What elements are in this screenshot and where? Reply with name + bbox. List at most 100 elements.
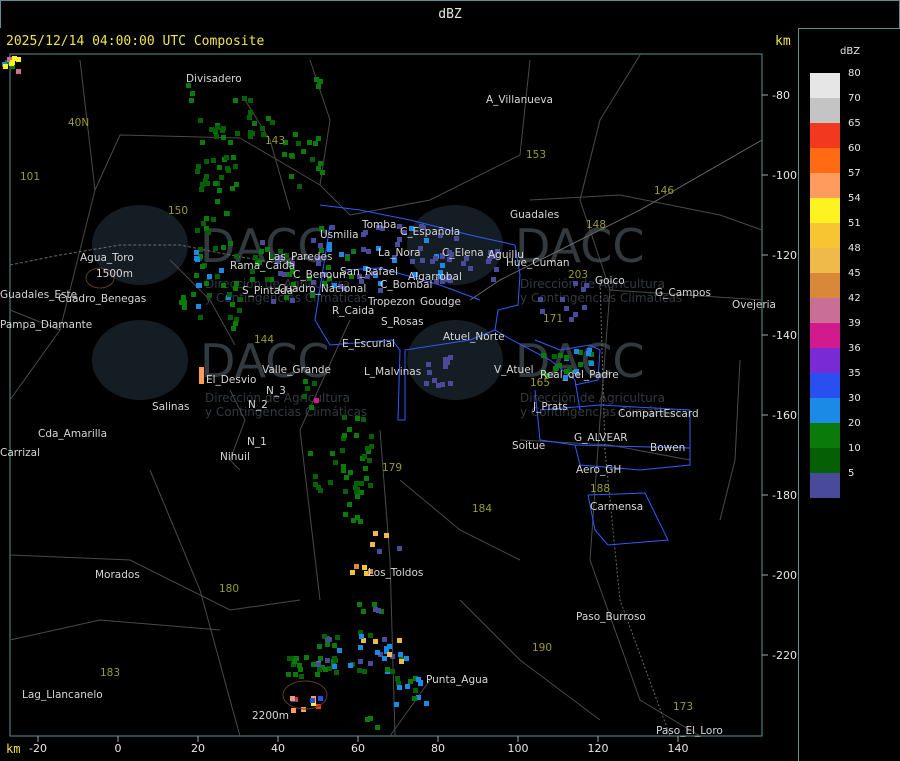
echo-pixel xyxy=(361,247,366,252)
echo-pixel xyxy=(558,353,563,358)
echo-pixel xyxy=(376,608,381,613)
echo-pixel xyxy=(289,174,294,179)
echo-pixel xyxy=(310,157,315,162)
echo-pixel xyxy=(290,298,295,303)
echo-pixel xyxy=(461,261,466,266)
echo-pixel xyxy=(317,667,322,672)
echo-pixel xyxy=(416,677,421,682)
echo-pixel xyxy=(221,245,226,250)
echo-pixel xyxy=(552,354,557,359)
legend-swatch xyxy=(810,273,840,298)
road-number: 146 xyxy=(654,185,674,197)
echo-pixel xyxy=(394,702,399,707)
echo-pixel xyxy=(404,656,409,661)
echo-pixel xyxy=(311,238,316,243)
echo-pixel xyxy=(235,131,240,136)
echo-pixel xyxy=(387,652,392,657)
y-axis-unit: km xyxy=(775,34,791,49)
echo-pixel xyxy=(204,216,209,221)
place-label: C_Elena xyxy=(442,247,484,259)
legend-swatch xyxy=(810,373,840,398)
road-number: 150 xyxy=(168,205,188,217)
echo-pixel xyxy=(250,277,255,282)
echo-pixel xyxy=(348,663,353,668)
echo-pixel xyxy=(366,249,371,254)
echo-pixel xyxy=(290,696,295,701)
echo-pixel xyxy=(207,293,212,298)
y-tick-label: -180 xyxy=(772,489,797,502)
x-tick-label: 100 xyxy=(508,742,529,755)
echo-pixel xyxy=(382,656,387,661)
echo-pixel xyxy=(424,701,429,706)
echo-pixel xyxy=(230,302,235,307)
legend-swatch xyxy=(810,348,840,373)
echo-pixel xyxy=(578,362,583,367)
echo-pixel xyxy=(445,360,450,365)
echo-pixel xyxy=(335,635,340,640)
echo-pixel xyxy=(541,353,546,358)
place-label: Real_del_Padre xyxy=(540,369,619,381)
road-number: 183 xyxy=(100,667,120,679)
echo-pixel xyxy=(354,489,359,494)
echo-pixel xyxy=(337,648,342,653)
y-tick-label: -100 xyxy=(772,169,797,182)
place-label: Soitue xyxy=(512,440,545,452)
echo-pixel xyxy=(325,642,330,647)
echo-pixel xyxy=(230,186,235,191)
echo-pixel xyxy=(224,155,229,160)
radar-map[interactable]: DACC Dirección de Agricultura y Continge… xyxy=(0,0,900,761)
legend-swatch xyxy=(810,323,840,348)
legend-swatch xyxy=(810,298,840,323)
echo-pixel xyxy=(355,416,360,421)
place-label: Tomba xyxy=(361,219,396,231)
place-label: C_Bombal xyxy=(380,279,432,291)
echo-pixel xyxy=(217,165,222,170)
echo-pixel xyxy=(330,451,335,456)
road-number: 180 xyxy=(219,583,239,595)
place-label: Punta_Agua xyxy=(426,674,488,686)
echo-pixel xyxy=(361,609,366,614)
echo-pixel xyxy=(345,256,350,261)
echo-pixel xyxy=(303,379,308,384)
legend-value: 20 xyxy=(848,418,861,429)
road-number: 101 xyxy=(20,171,40,183)
echo-pixel xyxy=(260,126,265,131)
echo-pixel xyxy=(296,141,301,146)
place-label: Los_Toldos xyxy=(368,567,423,579)
echo-pixel xyxy=(309,405,314,410)
echo-pixel xyxy=(201,221,206,226)
echo-pixel xyxy=(310,698,315,703)
echo-pixel xyxy=(195,228,200,233)
echo-pixel xyxy=(339,252,344,257)
legend-swatch xyxy=(810,248,840,273)
place-label: Lag_Llancanelo xyxy=(22,689,103,701)
echo-pixel xyxy=(574,349,579,354)
echo-pixel xyxy=(420,258,425,263)
place-label: N_2 xyxy=(248,399,268,411)
echo-pixel xyxy=(313,482,318,487)
echo-pixel xyxy=(221,283,226,288)
echo-pixel xyxy=(238,297,243,302)
legend-swatch xyxy=(810,98,840,123)
echo-pixel xyxy=(368,483,373,488)
legend-value: 30 xyxy=(848,393,861,404)
echo-pixel xyxy=(16,69,21,74)
echo-pixel xyxy=(215,274,220,279)
place-label: Goudge xyxy=(420,296,461,308)
echo-pixel xyxy=(209,127,214,132)
y-tick-label: -80 xyxy=(772,89,790,102)
echo-pixel xyxy=(204,159,209,164)
legend-swatch xyxy=(810,73,840,98)
echo-pixel xyxy=(343,512,348,517)
echo-pixel xyxy=(426,362,431,367)
elevation-label: 2200m xyxy=(252,710,289,722)
echo-pixel xyxy=(228,241,233,246)
echo-pixel xyxy=(181,295,186,300)
echo-pixel xyxy=(316,662,321,667)
echo-pixel xyxy=(215,125,220,130)
place-label: Agua_Toro xyxy=(80,252,134,264)
echo-pixel xyxy=(332,643,337,648)
place-label: J_Prats xyxy=(532,401,568,413)
echo-pixel xyxy=(194,273,199,278)
road-number: 184 xyxy=(472,503,492,515)
